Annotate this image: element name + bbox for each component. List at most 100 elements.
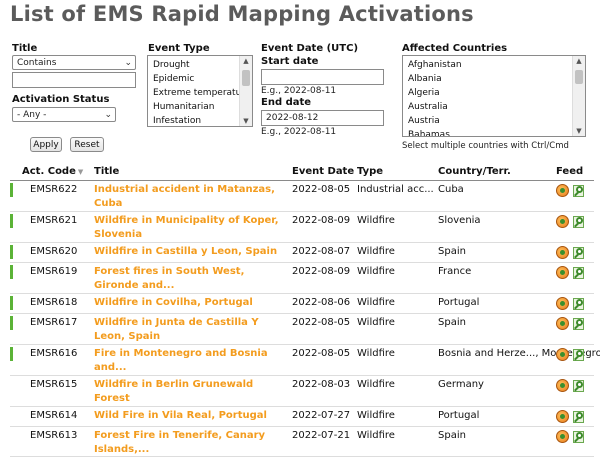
event-date: 2022-08-09 (292, 215, 351, 226)
apply-button[interactable]: Apply (30, 137, 62, 152)
title-mode-value: Contains (17, 57, 57, 68)
feed-icons (556, 246, 586, 260)
map-search-icon[interactable] (572, 215, 586, 229)
country-option[interactable]: Bahamas (403, 128, 585, 136)
table-row: EMSR620 Wildfire in Castilla y Leon, Spai… (10, 243, 594, 263)
country: Spain (438, 430, 466, 441)
scroll-down-icon[interactable]: ▼ (573, 127, 585, 135)
scroll-up-icon[interactable]: ▲ (240, 57, 252, 65)
title-filter-label: Title (12, 43, 38, 54)
activation-title-link[interactable]: Forest Fire in Tenerife, Canary Islands,… (94, 429, 284, 457)
event-date: 2022-08-05 (292, 348, 351, 359)
table-body: EMSR622 Industrial accident in Matanzas, … (10, 181, 600, 457)
end-date-label: End date (261, 97, 312, 108)
map-search-icon[interactable] (572, 297, 586, 311)
scroll-down-icon[interactable]: ▼ (240, 117, 252, 125)
countries-listbox[interactable]: Afghanistan Albania Algeria Australia Au… (402, 55, 586, 137)
activation-title-link[interactable]: Wildfire in Castilla y Leon, Spain (94, 245, 284, 259)
map-search-icon[interactable] (572, 348, 586, 362)
rss-feed-icon[interactable] (556, 317, 569, 330)
country-option[interactable]: Afghanistan (403, 58, 585, 72)
rss-feed-icon[interactable] (556, 430, 569, 443)
start-date-hint: E.g., 2022-08-11 (261, 86, 337, 96)
country-option[interactable]: Austria (403, 114, 585, 128)
event-date: 2022-08-09 (292, 266, 351, 277)
map-search-icon[interactable] (572, 317, 586, 331)
active-status-bar (10, 296, 13, 310)
chevron-down-icon: ⌄ (124, 58, 132, 68)
event-type: Wildfire (357, 430, 395, 441)
scroll-up-icon[interactable]: ▲ (573, 57, 585, 65)
map-search-icon[interactable] (572, 184, 586, 198)
activation-title-link[interactable]: Fire in Montenegro and Bosnia and... (94, 347, 284, 375)
event-type-option[interactable]: Epidemic (148, 72, 252, 86)
activation-code: EMSR615 (30, 379, 78, 390)
event-date: 2022-08-05 (292, 184, 351, 195)
rss-feed-icon[interactable] (556, 297, 569, 310)
event-type-listbox[interactable]: Drought Epidemic Extreme temperatur Huma… (147, 55, 253, 127)
event-type-option[interactable]: Humanitarian (148, 100, 252, 114)
rss-feed-icon[interactable] (556, 246, 569, 259)
activation-title-link[interactable]: Wildfire in Berlin Grunewald Forest (94, 378, 284, 406)
rss-feed-icon[interactable] (556, 348, 569, 361)
event-type-option[interactable]: Drought (148, 58, 252, 72)
countries-scrollbar[interactable]: ▲ ▼ (572, 56, 585, 136)
column-header-feed: Feed (556, 166, 584, 177)
event-type: Wildfire (357, 297, 395, 308)
country-option[interactable]: Algeria (403, 86, 585, 100)
event-type: Wildfire (357, 215, 395, 226)
reset-button[interactable]: Reset (70, 137, 104, 152)
column-header-country[interactable]: Country/Terr. (438, 166, 511, 177)
event-date: 2022-08-05 (292, 317, 351, 328)
rss-feed-icon[interactable] (556, 215, 569, 228)
activation-title-link[interactable]: Wildfire in Municipality of Koper, Slove… (94, 214, 284, 242)
event-type-scrollbar[interactable]: ▲ ▼ (239, 56, 252, 126)
table-row: EMSR617 Wildfire in Junta de Castilla Y L… (10, 314, 594, 345)
country-option[interactable]: Australia (403, 100, 585, 114)
column-header-date[interactable]: Event Date (292, 166, 354, 177)
activation-title-link[interactable]: Wild Fire in Vila Real, Portugal (94, 409, 284, 423)
title-mode-select[interactable]: Contains ⌄ (12, 55, 136, 70)
rss-feed-icon[interactable] (556, 184, 569, 197)
end-date-input[interactable]: 2022-08-12 (261, 110, 384, 126)
feed-icons (556, 410, 586, 424)
map-search-icon[interactable] (572, 266, 586, 280)
feed-icons (556, 297, 586, 311)
column-header-type[interactable]: Type (357, 166, 383, 177)
rss-feed-icon[interactable] (556, 410, 569, 423)
event-type: Wildfire (357, 348, 395, 359)
rss-feed-icon[interactable] (556, 266, 569, 279)
map-search-icon[interactable] (572, 430, 586, 444)
map-search-icon[interactable] (572, 379, 586, 393)
activation-title-link[interactable]: Forest fires in South West, Gironde and.… (94, 265, 284, 293)
event-type: Wildfire (357, 266, 395, 277)
scrollbar-thumb[interactable] (575, 70, 583, 84)
table-header: Act. Code ▼ Title Event Date Type Country… (10, 164, 594, 181)
column-header-code[interactable]: Act. Code ▼ (22, 166, 83, 177)
country: Cuba (438, 184, 464, 195)
activation-status-select[interactable]: - Any - ⌄ (12, 107, 116, 122)
map-search-icon[interactable] (572, 410, 586, 424)
country-option[interactable]: Albania (403, 72, 585, 86)
activation-title-link[interactable]: Industrial accident in Matanzas, Cuba (94, 183, 284, 211)
activation-title-link[interactable]: Wildfire in Junta de Castilla Y Leon, Sp… (94, 316, 284, 344)
scrollbar-thumb[interactable] (242, 70, 250, 86)
column-header-title[interactable]: Title (94, 166, 119, 177)
title-search-input[interactable] (12, 72, 136, 88)
map-search-icon[interactable] (572, 246, 586, 260)
rss-feed-icon[interactable] (556, 379, 569, 392)
activation-code: EMSR616 (30, 348, 78, 359)
event-type: Industrial acc... (357, 184, 434, 195)
activation-status-value: - Any - (17, 109, 47, 120)
activation-title-link[interactable]: Wildfire in Covilha, Portugal (94, 296, 284, 310)
country: Spain (438, 317, 466, 328)
activation-code: EMSR613 (30, 430, 78, 441)
start-date-label: Start date (261, 56, 319, 67)
active-status-bar (10, 316, 13, 330)
start-date-input[interactable] (261, 69, 384, 85)
activation-code: EMSR618 (30, 297, 78, 308)
event-type-option[interactable]: Infestation (148, 114, 252, 126)
table-row: EMSR614 Wild Fire in Vila Real, Portugal 2… (10, 407, 594, 427)
activation-code: EMSR619 (30, 266, 78, 277)
event-type-option[interactable]: Extreme temperatur (148, 86, 252, 100)
